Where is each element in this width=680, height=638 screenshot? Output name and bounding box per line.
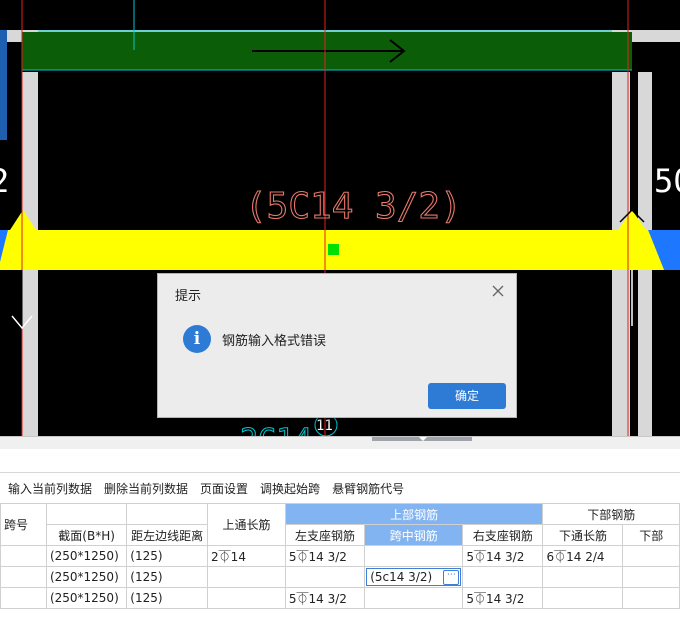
cantilever-rebar-code-button[interactable]: 悬臂钢筋代号 bbox=[326, 480, 410, 497]
header-left-support: 左支座钢筋 bbox=[284, 524, 366, 546]
header-top-rebar: 上部钢筋 bbox=[284, 503, 544, 525]
close-icon-glyph bbox=[492, 285, 504, 297]
cell-top-through[interactable] bbox=[207, 587, 286, 609]
yellow-beam bbox=[0, 230, 680, 270]
bottom-label: 2C14 bbox=[240, 423, 312, 436]
cell-section[interactable]: (250*1250) bbox=[45, 587, 128, 609]
cell-bottom-through[interactable]: 6⏁14 2/4 bbox=[542, 545, 624, 567]
mid-rebar-value: (5c14 3/2) bbox=[370, 570, 433, 584]
cell-right-support[interactable]: 5⏁14 3/2 bbox=[462, 587, 544, 609]
header-mid[interactable]: 跨中钢筋 bbox=[364, 524, 464, 546]
ok-button[interactable]: 确定 bbox=[428, 383, 506, 409]
cell-mid[interactable] bbox=[364, 587, 464, 609]
cell-right-support[interactable]: 5⏁14 3/2 bbox=[462, 545, 544, 567]
rebar-toolbar: 输入当前列数据 删除当前列数据 页面设置 调换起始跨 悬臂钢筋代号 bbox=[0, 472, 680, 504]
span-number: 11 bbox=[316, 418, 333, 434]
cell-section[interactable]: (250*1250) bbox=[45, 545, 128, 567]
page-setup-button[interactable]: 页面设置 bbox=[194, 480, 254, 497]
right-section-lower bbox=[652, 270, 680, 436]
cell-left-support[interactable]: 5⏁14 3/2 bbox=[284, 545, 366, 567]
chevron-down-icon bbox=[419, 437, 427, 441]
cell-left-support[interactable] bbox=[284, 566, 366, 588]
cell-bottom-through[interactable] bbox=[542, 587, 624, 609]
dialog-message: 钢筋输入格式错误 bbox=[222, 334, 327, 349]
header-bottom-through: 下通长筋 bbox=[542, 524, 624, 546]
cell-right-support[interactable] bbox=[462, 566, 544, 588]
input-column-data-button[interactable]: 输入当前列数据 bbox=[2, 480, 98, 497]
close-icon[interactable] bbox=[490, 283, 506, 299]
header-blank bbox=[126, 503, 209, 525]
error-dialog: 提示 i 钢筋输入格式错误 确定 bbox=[157, 273, 517, 418]
header-top-through: 上通长筋 bbox=[207, 503, 286, 546]
cell-mid[interactable] bbox=[364, 545, 464, 567]
header-dist: 距左边线距离 bbox=[126, 524, 209, 546]
header-right-support: 右支座钢筋 bbox=[462, 524, 544, 546]
dialog-title: 提示 bbox=[175, 289, 202, 304]
cell-bottom[interactable] bbox=[622, 545, 680, 567]
cell-span[interactable] bbox=[0, 587, 47, 609]
cell-left-support[interactable]: 5⏁14 3/2 bbox=[284, 587, 366, 609]
cell-span[interactable] bbox=[0, 545, 47, 567]
cell-bottom-through[interactable] bbox=[542, 566, 624, 588]
cell-dist[interactable]: (125) bbox=[126, 566, 209, 588]
header-bottom-rebar: 下部钢筋 bbox=[542, 503, 680, 525]
table-row: (250*1250) (125) 5⏁14 3/2 5⏁14 3/2 bbox=[0, 587, 680, 609]
cell-mid-editing[interactable]: (5c14 3/2) ⋯ bbox=[364, 566, 464, 588]
info-icon: i bbox=[183, 325, 211, 353]
cell-span[interactable] bbox=[0, 566, 47, 588]
cell-top-through[interactable] bbox=[207, 566, 286, 588]
cell-bottom[interactable] bbox=[622, 566, 680, 588]
cell-dist[interactable]: (125) bbox=[126, 587, 209, 609]
delete-column-data-button[interactable]: 删除当前列数据 bbox=[98, 480, 194, 497]
grip-marker bbox=[328, 244, 339, 255]
right-edge-label: 50 bbox=[654, 162, 680, 200]
cell-dist[interactable]: (125) bbox=[126, 545, 209, 567]
left-blue-strip bbox=[0, 30, 7, 140]
beam-mid-label: (5C14 3/2) bbox=[245, 186, 462, 227]
mid-rebar-input[interactable]: (5c14 3/2) ⋯ bbox=[366, 568, 462, 586]
rebar-table: 跨号 上通长筋 上部钢筋 下部钢筋 截面(B*H) 距左边线距离 左支座钢筋 跨… bbox=[0, 503, 680, 638]
swap-start-span-button[interactable]: 调换起始跨 bbox=[254, 480, 326, 497]
header-span: 跨号 bbox=[0, 503, 47, 546]
cell-section[interactable]: (250*1250) bbox=[45, 566, 128, 588]
header-blank bbox=[45, 503, 128, 525]
ellipsis-icon[interactable]: ⋯ bbox=[443, 570, 460, 585]
header-section: 截面(B*H) bbox=[45, 524, 128, 546]
left-edge-label: 2 bbox=[0, 162, 9, 200]
panel-splitter[interactable] bbox=[0, 436, 680, 449]
right-section-upper bbox=[652, 72, 680, 230]
cell-bottom[interactable] bbox=[622, 587, 680, 609]
table-row: (250*1250) (125) (5c14 3/2) ⋯ bbox=[0, 566, 680, 588]
header-bottom: 下部 bbox=[622, 524, 680, 546]
cell-top-through[interactable]: 2⏁14 bbox=[207, 545, 286, 567]
table-row: (250*1250) (125) 2⏁14 5⏁14 3/2 5⏁14 3/2 … bbox=[0, 545, 680, 567]
